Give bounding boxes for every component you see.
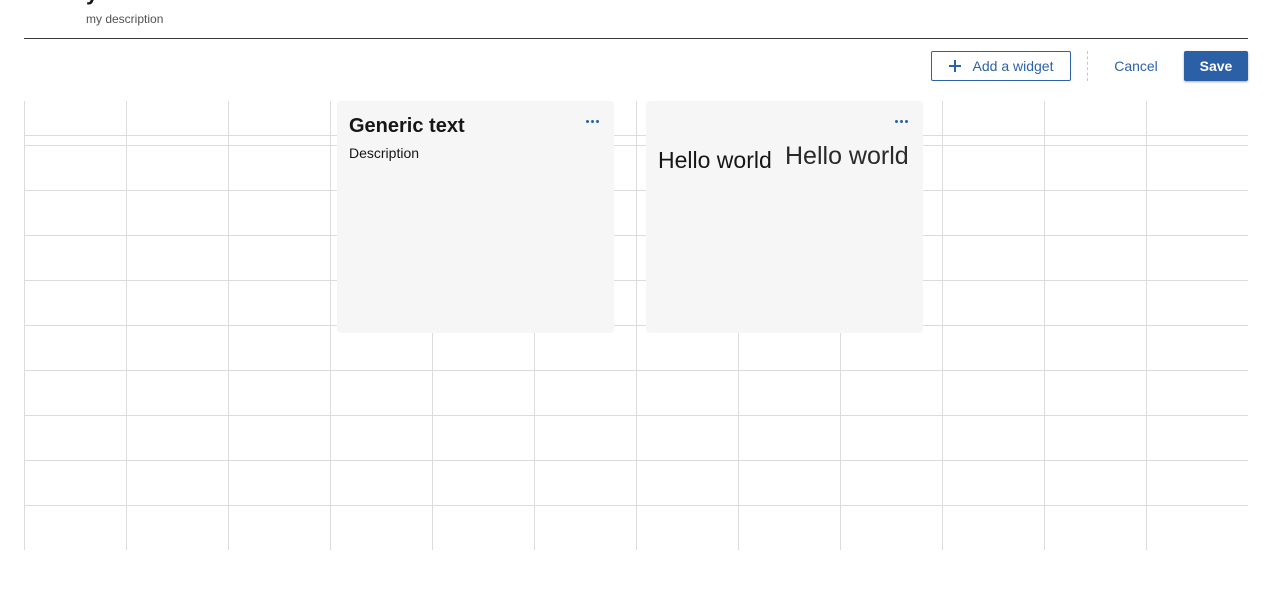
widget-generic-text[interactable]: Generic text Description	[337, 101, 614, 333]
more-horizontal-icon[interactable]	[582, 111, 602, 131]
add-widget-label: Add a widget	[972, 58, 1054, 74]
cancel-button[interactable]: Cancel	[1104, 51, 1168, 81]
layout-grid	[24, 101, 1248, 550]
page-title: y	[86, 0, 98, 4]
edit-toolbar: Add a widget Cancel Save	[0, 51, 1280, 81]
toolbar-divider	[1087, 51, 1088, 81]
widget-title: Generic text	[349, 115, 465, 137]
page-description: my description	[86, 12, 164, 26]
dashboard-header: y my description	[24, 0, 1248, 39]
plus-icon	[948, 60, 961, 72]
widget-text-secondary: Hello world	[785, 142, 909, 170]
widget-text-primary: Hello world	[658, 147, 772, 173]
widget-description: Description	[349, 145, 420, 161]
widget-hello-world[interactable]: Hello world Hello world	[646, 101, 923, 333]
save-button[interactable]: Save	[1184, 51, 1248, 81]
more-horizontal-icon[interactable]	[891, 111, 911, 131]
add-widget-button[interactable]: Add a widget	[931, 51, 1071, 81]
